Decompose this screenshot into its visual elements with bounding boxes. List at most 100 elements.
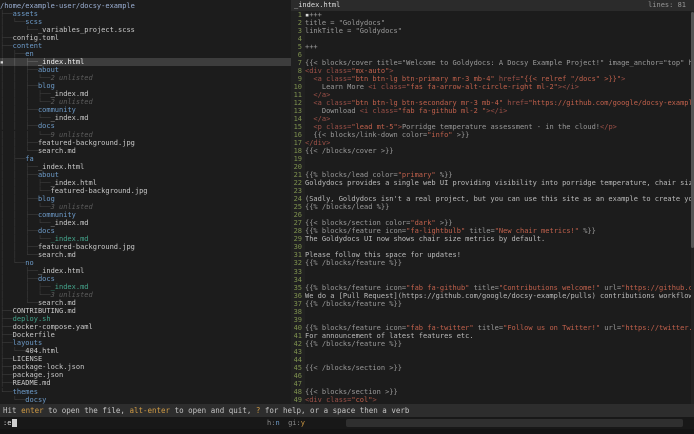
tree-row[interactable]: │ │ │ └──_index.md xyxy=(0,235,291,243)
tree-row[interactable]: │ └──no xyxy=(0,259,291,267)
tree-row[interactable]: ├──docker-compose.yaml xyxy=(0,323,291,331)
tree-row[interactable]: │ │ ├──about xyxy=(0,171,291,179)
tree-row[interactable]: ├──Dockerfile xyxy=(0,331,291,339)
line-content: <div class="mx-auto"> xyxy=(305,67,694,75)
tree-file-label: featured-background.jpg xyxy=(38,139,135,147)
tree-row[interactable]: │ │ ├──docs xyxy=(0,227,291,235)
tree-row[interactable]: ├──package.json xyxy=(0,371,291,379)
tree-row[interactable]: │ │ │ ├──_index.md xyxy=(0,90,291,98)
code-line: 47 xyxy=(291,380,694,388)
tree-dir-label: about xyxy=(38,171,59,179)
line-content: linkTitle = "Goldydocs" xyxy=(305,27,694,35)
tree-file-label: package-lock.json xyxy=(13,363,85,371)
tree-branch-lines: │ │ │ └── xyxy=(0,98,51,106)
tree-row[interactable]: ├──deploy.sh xyxy=(0,315,291,323)
tree-row[interactable]: ├──content xyxy=(0,42,291,50)
line-number: 14 xyxy=(291,115,305,123)
tree-file-label: search.md xyxy=(38,147,76,155)
tree-row[interactable]: ├──assets xyxy=(0,10,291,18)
code-line: 27{{< blocks/section color="dark" >}} xyxy=(291,219,694,227)
tree-row[interactable]: ├──layouts xyxy=(0,339,291,347)
tree-row[interactable]: │ │ ├──_index.md xyxy=(0,283,291,291)
tree-row[interactable]: │ │ └──3 unlisted xyxy=(0,291,291,299)
tree-row[interactable]: │ ├──_index.html xyxy=(0,267,291,275)
tree-row[interactable]: │ │ ├──blog xyxy=(0,82,291,90)
line-number: 22 xyxy=(291,179,305,187)
tree-branch-lines: ├── xyxy=(0,355,13,363)
line-number: 4 xyxy=(291,35,305,43)
line-content xyxy=(305,380,694,388)
code-line: 20 xyxy=(291,163,694,171)
line-content xyxy=(305,163,694,171)
tree-row[interactable]: ├──package-lock.json xyxy=(0,363,291,371)
tree-row-selected[interactable]: ▪│ │ ├──_index.html xyxy=(0,58,291,66)
code-line: 42{{% /blocks/feature %}} xyxy=(291,340,694,348)
tree-file-label: _index.md xyxy=(51,114,89,122)
tree-row[interactable]: └──themes xyxy=(0,388,291,396)
preview-line-count: lines: 81 xyxy=(648,0,686,11)
tree-row[interactable]: │ ├──docs xyxy=(0,275,291,283)
tree-row[interactable]: │ │ │ ├──_index.html xyxy=(0,179,291,187)
command-input-bar[interactable]: :e h:n gi:y xyxy=(0,417,694,429)
tree-row[interactable]: │ ├──en xyxy=(0,50,291,58)
tree-branch-lines: ├── xyxy=(0,307,13,315)
line-content: title = "Goldydocs" xyxy=(305,19,694,27)
tree-row[interactable]: │ │ ├──blog xyxy=(0,195,291,203)
tree-row[interactable]: │ └──scss xyxy=(0,18,291,26)
tree-row[interactable]: │ │ │ └──3 unlisted xyxy=(0,203,291,211)
tree-row[interactable]: │ │ └──search.md xyxy=(0,251,291,259)
tree-row[interactable]: ├──config.toml xyxy=(0,34,291,42)
tree-row[interactable]: └──docsy xyxy=(0,396,291,404)
tree-row[interactable]: ├──LICENSE xyxy=(0,355,291,363)
tree-row[interactable]: │ │ │ └──_index.md xyxy=(0,114,291,122)
tree-row[interactable]: │ │ ├──docs xyxy=(0,122,291,130)
tree-file-label: 404.html xyxy=(25,347,59,355)
tree-row[interactable]: │ ├──fa xyxy=(0,155,291,163)
code-line: 30 xyxy=(291,243,694,251)
tree-row[interactable]: ├──CONTRIBUTING.md xyxy=(0,307,291,315)
tree-row[interactable]: ├──README.md xyxy=(0,379,291,387)
code-line: 33 xyxy=(291,268,694,276)
line-number: 32 xyxy=(291,259,305,267)
tree-row[interactable]: │ │ ├──featured-background.jpg xyxy=(0,243,291,251)
code-line: 13 Download <i class="fab fa-github ml-2… xyxy=(291,107,694,115)
line-content: {{% blocks/lead color="primary" %}} xyxy=(305,171,694,179)
tree-row[interactable]: │ │ │ └──9 unlisted xyxy=(0,131,291,139)
tree-file-label: _index.html xyxy=(51,179,97,187)
tree-row[interactable]: │ │ ├──featured-background.jpg xyxy=(0,139,291,147)
tree-row[interactable]: │ └──404.html xyxy=(0,347,291,355)
line-content: {{% blocks/feature icon="fab fa-github" … xyxy=(305,284,694,292)
tree-dir-label: community xyxy=(38,211,76,219)
tree-branch-lines: │ │ │ └── xyxy=(0,187,51,195)
tree-row[interactable]: │ │ ├──community xyxy=(0,211,291,219)
code-line: 28{{% blocks/feature icon="fa-lightbulb"… xyxy=(291,227,694,235)
line-number: 46 xyxy=(291,372,305,380)
line-number: 25 xyxy=(291,203,305,211)
tree-row[interactable]: │ │ ├──about xyxy=(0,66,291,74)
line-number: 44 xyxy=(291,356,305,364)
tree-row[interactable]: │ │ ├──_index.html xyxy=(0,163,291,171)
status-text: for help, or a space then a verb xyxy=(260,406,409,415)
tree-row[interactable]: │ └──_variables_project.scss xyxy=(0,26,291,34)
tree-row[interactable]: │ │ │ └──_index.md xyxy=(0,219,291,227)
line-number: 17 xyxy=(291,139,305,147)
line-number: 20 xyxy=(291,163,305,171)
line-content: {{< /blocks/cover >}} xyxy=(305,147,694,155)
code-line: 38 xyxy=(291,308,694,316)
tree-branch-lines: │ │ ├── xyxy=(0,227,38,235)
tree-row[interactable]: │ │ ├──community xyxy=(0,106,291,114)
tree-row[interactable]: │ │ └──search.md xyxy=(0,147,291,155)
tree-row[interactable]: │ │ │ └──2 unlisted xyxy=(0,98,291,106)
flag-label: gi: xyxy=(280,419,301,427)
line-content: Please follow this space for updates! xyxy=(305,251,694,259)
tree-root-path[interactable]: /home/example-user/docsy-example xyxy=(0,2,291,10)
tree-row[interactable]: │ └──search.md xyxy=(0,299,291,307)
code-line: 8<div class="mx-auto"> xyxy=(291,67,694,75)
tree-branch-lines: │ │ │ └── xyxy=(0,131,51,139)
tree-row[interactable]: │ │ │ └──featured-background.jpg xyxy=(0,187,291,195)
code-line: 34 xyxy=(291,276,694,284)
tree-row[interactable]: │ │ │ └──2 unlisted xyxy=(0,74,291,82)
command-input[interactable]: :e xyxy=(3,417,11,429)
tree-branch-lines: │ │ │ └── xyxy=(0,203,51,211)
tree-dir-label: layouts xyxy=(13,339,43,347)
